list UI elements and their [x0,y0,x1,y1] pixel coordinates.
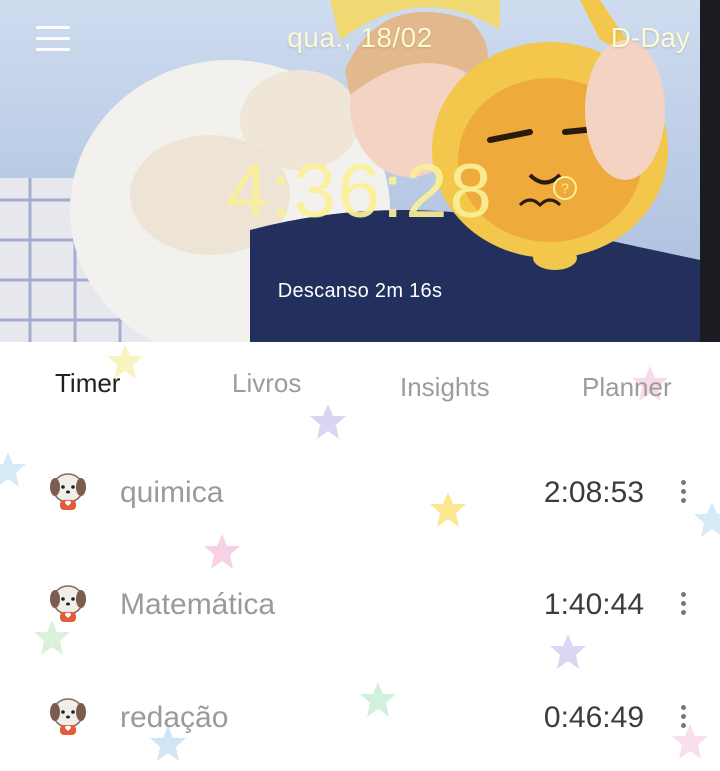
subject-name: redação [120,701,229,734]
subject-time: 2:08:53 [543,476,644,509]
tab-planner[interactable]: Planner [582,372,672,403]
main-timer: 4:36:28 [226,149,494,234]
puppy-avatar-icon [50,585,86,622]
dday-button[interactable]: D-Day [611,22,690,54]
subject-time: 0:46:49 [543,701,644,734]
tab-bar: Timer Livros Insights Planner [0,360,720,420]
subject-row-redacao[interactable]: redação 0:46:49 [0,677,720,757]
tab-timer[interactable]: Timer [55,368,120,399]
subject-name: quimica [120,476,224,509]
subject-time: 1:40:44 [543,588,644,621]
subject-name: Matemática [120,588,276,621]
puppy-avatar-icon [50,698,86,735]
break-timer-text: Descanso 2m 16s [277,280,443,302]
puppy-avatar-icon [50,473,86,510]
more-options-icon[interactable] [676,699,690,733]
tab-livros[interactable]: Livros [232,368,301,399]
subject-row-matematica[interactable]: Matemática 1:40:44 [0,564,720,644]
tab-insights[interactable]: Insights [400,372,490,403]
more-options-icon[interactable] [676,586,690,620]
help-icon[interactable]: ? [553,176,577,200]
header-banner: qua., 18/02 D-Day 4:36:28 ? Descanso 2m … [0,0,720,342]
more-options-icon[interactable] [676,474,690,508]
subject-row-quimica[interactable]: quimica 2:08:53 [0,452,720,532]
